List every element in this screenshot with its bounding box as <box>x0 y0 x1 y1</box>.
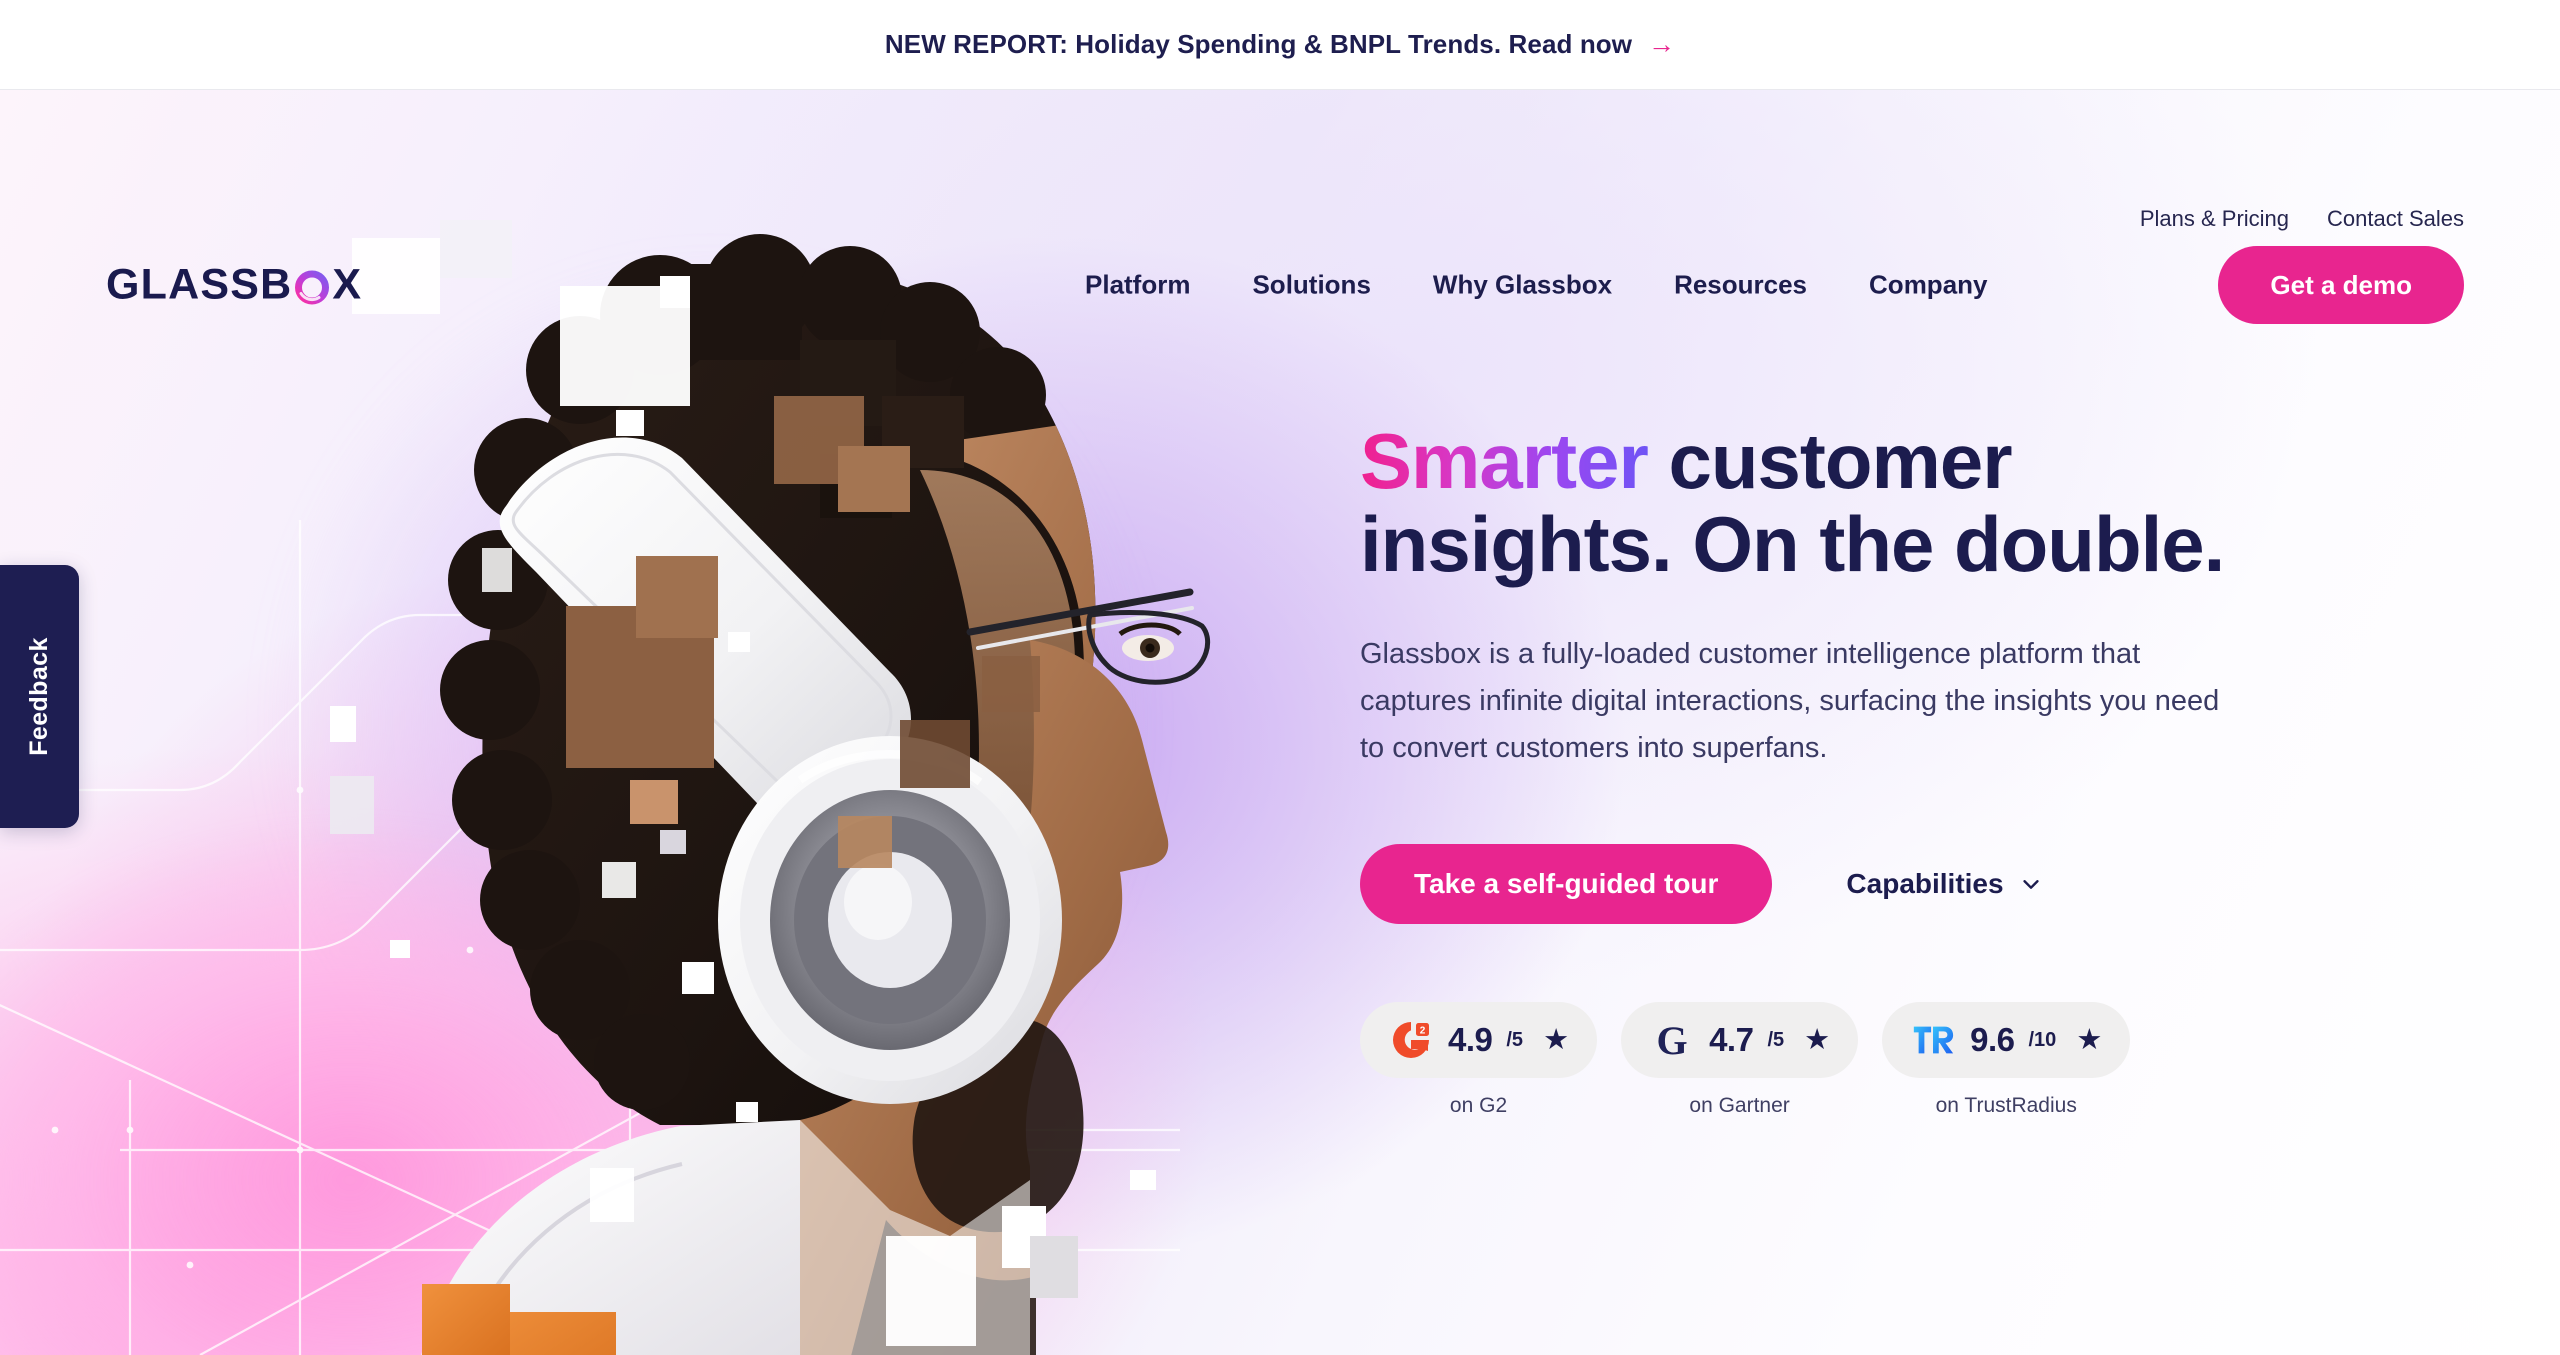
rating-badge-g2[interactable]: 2 4.9 /5 ★ on G2 <box>1360 1002 1598 1118</box>
rating-out-of: /10 <box>2028 1028 2057 1051</box>
svg-text:G: G <box>1657 1018 1688 1062</box>
trustradius-logo-icon <box>1910 1017 1956 1063</box>
hero-copy-column: Smarter customer insights. On the double… <box>1360 420 2340 1118</box>
rating-caption: on G2 <box>1449 1094 1508 1118</box>
gradient-o-logo-mark <box>292 264 332 306</box>
svg-text:2: 2 <box>1420 1026 1426 1037</box>
rating-out-of: /5 <box>1767 1028 1785 1051</box>
nav-plans-and-pricing[interactable]: Plans & Pricing <box>2140 206 2289 232</box>
rating-badge-pill[interactable]: 2 4.9 /5 ★ <box>1360 1002 1598 1079</box>
capabilities-label: Capabilities <box>1846 868 2004 900</box>
announcement-banner-text: NEW REPORT: Holiday Spending & BNPL Tren… <box>884 29 1633 59</box>
site-header: GLASSB X Plans & Pricing Contact Sales P… <box>0 90 2560 324</box>
rating-caption: on Gartner <box>1689 1094 1790 1118</box>
rating-badge-trustradius[interactable]: 9.6 /10 ★ on TrustRadius <box>1882 1002 2131 1118</box>
capabilities-dropdown[interactable]: Capabilities <box>1846 868 2041 900</box>
rating-caption: on TrustRadius <box>1935 1094 2077 1118</box>
rating-badge-pill[interactable]: 9.6 /10 ★ <box>1882 1002 2131 1079</box>
hero-paragraph: Glassbox is a fully-loaded customer inte… <box>1360 638 2220 765</box>
arrow-right-icon: → <box>1648 29 1676 59</box>
hero-cta-row: Take a self-guided tour Capabilities <box>1360 844 2340 925</box>
nav-item-platform[interactable]: Platform <box>1085 270 1190 301</box>
headline-accent-word: Smarter <box>1360 417 1649 505</box>
nav-item-resources[interactable]: Resources <box>1674 270 1807 301</box>
portrait-eye <box>1118 622 1182 661</box>
main-nav: Platform Solutions Why Glassbox Resource… <box>1085 270 1988 301</box>
utility-nav: Plans & Pricing Contact Sales <box>2140 206 2464 232</box>
star-icon: ★ <box>2076 1023 2103 1056</box>
feedback-tab-label: Feedback <box>25 637 54 756</box>
star-icon: ★ <box>1543 1023 1570 1056</box>
nav-item-why-glassbox[interactable]: Why Glassbox <box>1433 270 1612 301</box>
rating-score: 4.9 <box>1448 1021 1493 1059</box>
rating-badges: 2 4.9 /5 ★ on G2 G 4.7 /5 ★ on Gartner 9… <box>1360 1002 2340 1118</box>
rating-score: 4.7 <box>1709 1021 1754 1059</box>
rating-badge-gartner[interactable]: G 4.7 /5 ★ on Gartner <box>1621 1002 1859 1118</box>
announcement-banner-link[interactable]: NEW REPORT: Holiday Spending & BNPL Tren… <box>885 29 1675 60</box>
star-icon: ★ <box>1804 1023 1831 1056</box>
rating-badge-pill[interactable]: G 4.7 /5 ★ <box>1621 1002 1859 1079</box>
take-self-guided-tour-button[interactable]: Take a self-guided tour <box>1360 844 1773 925</box>
page-title: Smarter customer insights. On the double… <box>1360 420 2340 585</box>
feedback-tab[interactable]: Feedback <box>0 565 79 828</box>
nav-contact-sales[interactable]: Contact Sales <box>2327 206 2464 232</box>
hero-portrait-image <box>330 220 1211 1355</box>
nav-item-company[interactable]: Company <box>1869 270 1987 301</box>
announcement-banner[interactable]: NEW REPORT: Holiday Spending & BNPL Tren… <box>0 0 2560 90</box>
get-a-demo-button[interactable]: Get a demo <box>2218 246 2464 324</box>
gartner-logo-icon: G <box>1649 1017 1695 1063</box>
g2-logo-icon: 2 <box>1388 1017 1434 1063</box>
logo-text-after: X <box>332 260 363 309</box>
nav-item-solutions[interactable]: Solutions <box>1252 270 1370 301</box>
chevron-down-icon <box>2022 880 2039 890</box>
rating-out-of: /5 <box>1506 1028 1524 1051</box>
rating-score: 9.6 <box>1970 1021 2015 1059</box>
logo-text-before: GLASSB <box>106 260 293 309</box>
site-logo[interactable]: GLASSB X <box>106 261 362 310</box>
